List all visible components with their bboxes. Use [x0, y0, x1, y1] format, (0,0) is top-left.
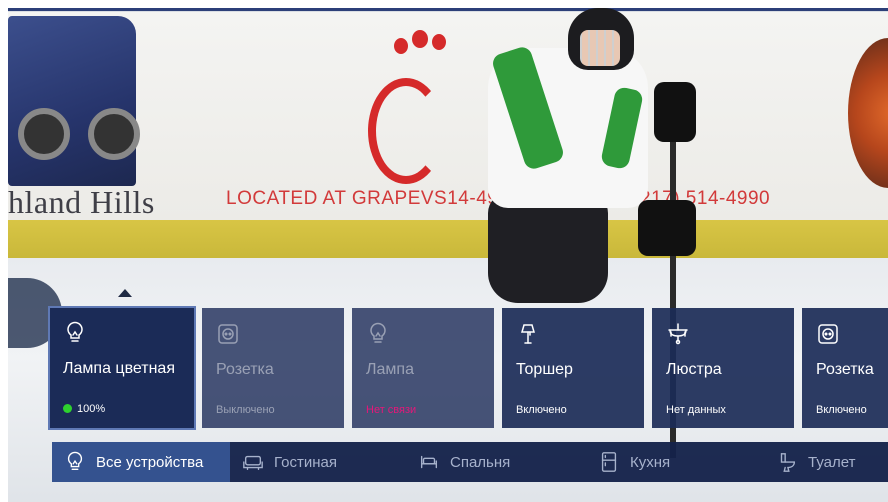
player-glove — [654, 82, 696, 142]
truck-ad-image — [8, 16, 136, 186]
tab-label: Кухня — [630, 453, 671, 471]
logo-paw-dot — [432, 34, 446, 50]
logo-paw-dot — [394, 38, 408, 54]
socket-icon — [816, 322, 840, 346]
device-status: Выключено — [216, 404, 275, 416]
device-name: Торшер — [516, 361, 573, 378]
device-status: Включено — [516, 404, 567, 416]
rink-kickplate — [8, 220, 888, 258]
tab-bedroom[interactable]: Спальня — [418, 442, 510, 482]
player-pants — [488, 193, 608, 303]
sofa-icon — [242, 451, 264, 473]
tab-kitchen[interactable]: Кухня — [598, 442, 670, 482]
tab-toilet[interactable]: Туалет — [776, 442, 855, 482]
fridge-icon — [598, 451, 620, 473]
device-name: Лампа — [366, 361, 414, 378]
tab-label: Спальня — [450, 453, 511, 471]
device-card[interactable]: Розетка Включено — [802, 308, 888, 428]
tab-all-devices[interactable]: Все устройства — [52, 442, 230, 482]
device-status: Нет связи — [366, 404, 417, 416]
ad-banner-text: LOCATED AT GRAPEVS14-4990 — [226, 188, 521, 209]
device-status: Нет данных — [666, 404, 726, 416]
device-name: Лампа цветная — [63, 360, 175, 377]
truck-wheel — [88, 108, 140, 160]
tab-label: Гостиная — [274, 453, 337, 471]
rink-top-line — [8, 8, 888, 11]
device-status: 100% — [63, 403, 105, 415]
lightbulb-icon — [63, 321, 87, 345]
floor-lamp-icon — [516, 322, 540, 346]
online-dot — [63, 404, 72, 413]
tab-label: Все устройства — [96, 453, 204, 471]
device-status: Включено — [816, 404, 867, 416]
device-card[interactable]: Лампа Нет связи — [352, 308, 494, 428]
arena-sign: hland Hills — [8, 184, 155, 220]
device-card[interactable]: Торшер Включено — [502, 308, 644, 428]
room-tabs: Все устройства Гостиная Спальня Кухня Ту… — [52, 442, 888, 482]
chevron-up-icon[interactable] — [118, 289, 132, 297]
device-card[interactable]: Люстра Нет данных — [652, 308, 794, 428]
device-name: Розетка — [816, 361, 874, 378]
player-glove — [638, 200, 696, 256]
truck-wheel — [18, 108, 70, 160]
device-carousel: Лампа цветная 100% Розетка Выключено Лам… — [0, 306, 888, 430]
device-name: Розетка — [216, 361, 274, 378]
bed-icon — [418, 451, 440, 473]
socket-icon — [216, 322, 240, 346]
tab-label: Туалет — [808, 453, 856, 471]
device-card[interactable]: Розетка Выключено — [202, 308, 344, 428]
tab-living-room[interactable]: Гостиная — [242, 442, 337, 482]
toilet-icon — [776, 451, 798, 473]
device-card[interactable]: Лампа цветная 100% — [48, 306, 196, 430]
device-name: Люстра — [666, 361, 722, 378]
lightbulb-icon — [64, 451, 86, 473]
helmet-cage — [580, 30, 620, 66]
lightbulb-icon — [366, 322, 390, 346]
logo-paw-dot — [412, 30, 428, 48]
restaurant-logo — [368, 78, 444, 184]
chandelier-icon — [666, 322, 690, 346]
